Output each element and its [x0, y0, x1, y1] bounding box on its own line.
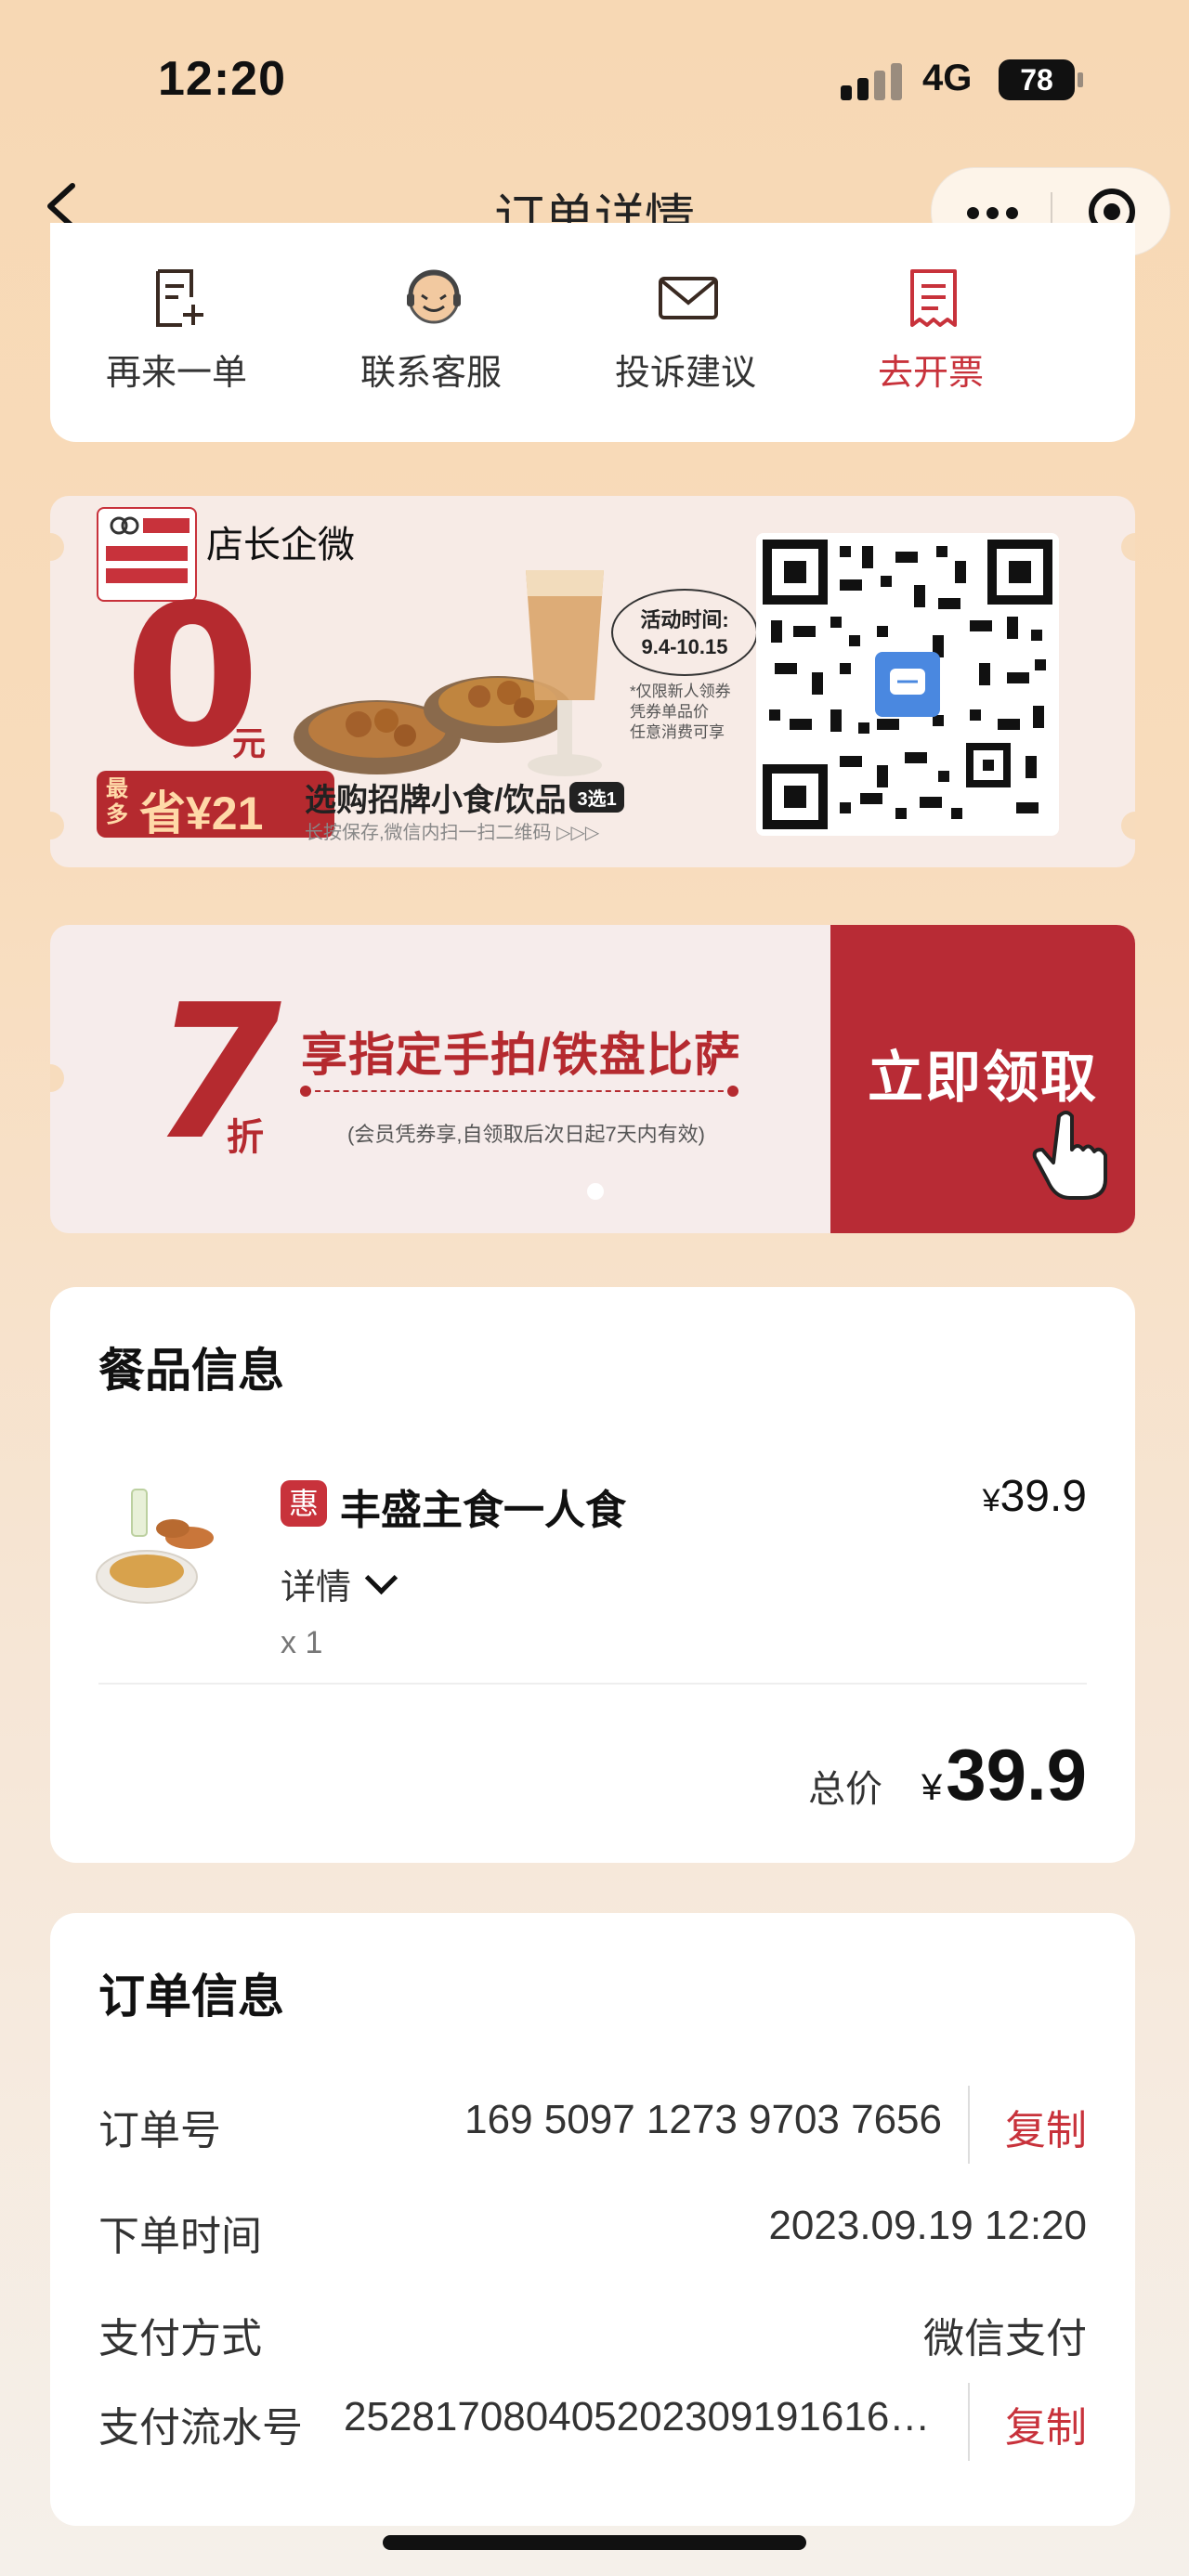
price-value: 39.9 — [1000, 1472, 1087, 1521]
payment-method-value: 微信支付 — [923, 2316, 1087, 2361]
payment-serial-label: 支付流水号 — [98, 2405, 303, 2451]
order-info-card: 订单信息 订单号 169 5097 1273 9703 7656 复制 下单时间… — [50, 1913, 1135, 2526]
order-time-value: 2023.09.19 12:20 — [768, 2203, 1087, 2248]
qr-code-image[interactable] — [756, 533, 1059, 836]
vertical-divider — [968, 2383, 970, 2461]
payment-serial-value: 252817080405202309191616… — [344, 2394, 931, 2439]
milk-tea-image — [526, 570, 604, 776]
order-number-label: 订单号 — [98, 2108, 221, 2153]
banner-note: *仅限新人领券 凭券单品价 任意消费可享 — [630, 682, 731, 743]
ticket-notch — [50, 812, 64, 839]
status-bar: 12:20 4G 78 — [0, 0, 1189, 158]
network-type: 4G — [922, 58, 973, 98]
food-quantity: x 1 — [281, 1625, 323, 1660]
banner-unit: 元 — [232, 724, 267, 762]
customer-service-label: 联系客服 — [359, 354, 502, 393]
discount-badge: 惠 — [281, 1480, 327, 1527]
note-line: 任意消费可享 — [630, 723, 725, 741]
manager-wecom-banner[interactable]: 店长企微 0 元 最多 省¥21 活动时间: 9.4-10.15 *仅限新人领券… — [50, 496, 1135, 867]
food-info-card: 餐品信息 惠 丰盛主食一人食 ¥39.9 详情 x 1 总价 ¥39.9 — [50, 1287, 1135, 1863]
carousel-dot[interactable] — [587, 1183, 604, 1200]
food-price: ¥39.9 — [983, 1471, 1087, 1522]
vertical-divider — [968, 2086, 970, 2164]
activity-time-badge: 活动时间: 9.4-10.15 — [611, 589, 758, 676]
total-label: 总价 — [808, 1769, 882, 1810]
battery-icon: 78 — [999, 59, 1075, 100]
order-number-row: 订单号 169 5097 1273 9703 7656 复制 — [98, 2086, 1087, 2164]
banner-title: 店长企微 — [206, 525, 355, 566]
activity-dates: 9.4-10.15 — [641, 635, 728, 658]
order-time-label: 下单时间 — [98, 2214, 262, 2259]
ticket-notch — [1121, 533, 1135, 561]
note-line: 凭券单品价 — [630, 703, 709, 721]
currency-symbol: ¥ — [982, 1483, 1000, 1518]
claim-now-button[interactable]: 立即领取 — [868, 1033, 1098, 1113]
battery-tip — [1078, 72, 1083, 87]
payment-method-label: 支付方式 — [98, 2316, 262, 2361]
status-time: 12:20 — [158, 52, 286, 106]
customer-service-icon — [407, 269, 461, 324]
banner-desc: 选购招牌小食/饮品 3选1 — [305, 774, 624, 820]
reorder-icon — [156, 269, 203, 327]
reorder-label: 再来一单 — [105, 354, 247, 393]
note-line: *仅限新人领券 — [630, 683, 731, 700]
detail-toggle[interactable]: 详情 — [281, 1558, 399, 1609]
total-price: ¥39.9 — [921, 1733, 1087, 1817]
more-icon[interactable] — [967, 207, 1026, 224]
signal-icon — [841, 63, 906, 100]
banner-tag: 3选1 — [569, 782, 624, 813]
food-name: 丰盛主食一人食 — [340, 1488, 626, 1533]
divider — [98, 1683, 1087, 1685]
banner-hint: 长按保存,微信内扫一扫二维码 ▷▷▷ — [305, 823, 600, 843]
ticket-notch — [50, 1064, 64, 1092]
food-info-title: 餐品信息 — [98, 1345, 284, 1397]
mail-icon — [659, 277, 718, 319]
invoice-icon — [910, 269, 957, 327]
discount-subtitle: (会员凭券享,自领取后次日起7天内有效) — [347, 1123, 706, 1146]
order-time-row: 下单时间 2023.09.19 12:20 — [98, 2192, 1087, 2266]
total-value: 39.9 — [946, 1734, 1087, 1815]
invoice-label: 去开票 — [877, 354, 984, 393]
copy-order-number-button[interactable]: 复制 — [1005, 2097, 1087, 2156]
save-amount: 省¥21 — [139, 787, 264, 839]
currency-symbol: ¥ — [921, 1767, 943, 1808]
actions-card: 再来一单 联系客服 投诉建议 去开票 — [50, 223, 1135, 442]
order-number-value: 169 5097 1273 9703 7656 — [464, 2097, 942, 2142]
complaint-label: 投诉建议 — [614, 354, 756, 393]
battery-level: 78 — [1020, 63, 1053, 97]
activity-label: 活动时间: — [640, 608, 729, 631]
chevron-down-icon — [364, 1561, 399, 1595]
dashed-divider — [300, 1086, 738, 1097]
payment-serial-row: 支付流水号 252817080405202309191616… 复制 — [98, 2383, 1087, 2461]
pointer-hand-icon — [1032, 1111, 1107, 1200]
save-small-text: 最多 — [106, 776, 128, 827]
discount-title: 享指定手拍/铁盘比萨 — [301, 1029, 741, 1081]
order-info-title: 订单信息 — [98, 1971, 284, 2023]
ticket-notch — [1121, 812, 1135, 839]
discount-coupon-banner[interactable]: 7 折 享指定手拍/铁盘比萨 (会员凭券享,自领取后次日起7天内有效) 立即领取 — [50, 925, 1135, 1233]
banner-desc-text: 选购招牌小食/饮品 — [305, 783, 567, 818]
ticket-notch — [50, 533, 64, 561]
discount-unit: 折 — [227, 1117, 264, 1158]
copy-serial-button[interactable]: 复制 — [1005, 2394, 1087, 2453]
detail-label: 详情 — [281, 1568, 352, 1607]
payment-method-row: 支付方式 微信支付 — [98, 2294, 1087, 2368]
meal-image — [96, 1489, 214, 1604]
home-indicator[interactable] — [383, 2535, 806, 2550]
